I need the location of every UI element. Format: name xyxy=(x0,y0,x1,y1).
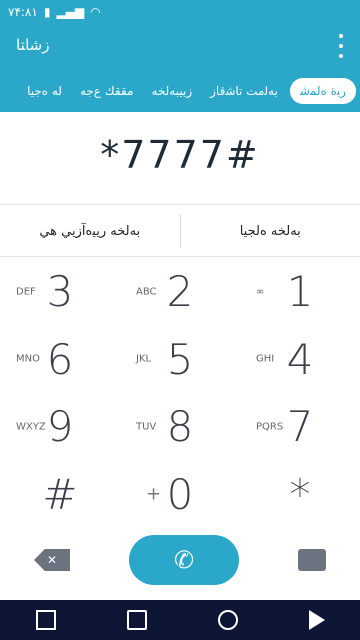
key-5[interactable]: 5 JKL xyxy=(120,326,240,394)
key-letters: PQRS xyxy=(256,421,284,433)
divider xyxy=(0,256,360,257)
phone-icon: ✆ xyxy=(173,546,195,574)
status-time: ۷۴:۸۱ xyxy=(8,5,38,19)
key-digit: 4 xyxy=(286,334,314,384)
key-digit: 3 xyxy=(46,267,74,317)
backspace-icon[interactable]: ✕ xyxy=(34,549,70,571)
back-icon[interactable] xyxy=(308,610,325,630)
key-6[interactable]: 6 MNO xyxy=(0,326,120,394)
app-title: ﺯﺷﺎﺘﺎ xyxy=(16,36,50,54)
signal-icon: ▂▄▆ xyxy=(56,5,85,19)
key-0[interactable]: 0 + xyxy=(120,461,240,529)
key-digit: 2 xyxy=(166,267,194,317)
key-letters: WXYZ xyxy=(16,421,46,433)
call-option-right[interactable]: ﺑﻪﻟﺨﻪ ﻩﻟﺠﻴﺎ xyxy=(181,224,360,239)
key-star[interactable]: * xyxy=(240,461,360,529)
more-vert-icon[interactable] xyxy=(336,34,346,58)
call-options: ﺑﻪﻟﺨﻪ ﺭﻳﻴﻩﺁﺯﻳﻲ ﻫﻲ ﺑﻪﻟﺨﻪ ﻩﻟﺠﻴﺎ xyxy=(0,208,360,254)
call-button[interactable]: ✆ xyxy=(129,535,239,585)
key-8[interactable]: 8 TUV xyxy=(120,393,240,461)
dialed-number: *7777# xyxy=(100,133,260,177)
tab-dialpad[interactable]: ﺭﺑﺓ ﻩﻟﻤﺷ xyxy=(289,78,356,104)
key-4[interactable]: 4 GHI xyxy=(240,326,360,394)
key-hash[interactable]: # xyxy=(0,461,120,529)
key-digit: 9 xyxy=(46,402,74,452)
key-7[interactable]: 7 PQRS xyxy=(240,393,360,461)
key-letters: ∞ xyxy=(256,286,265,298)
bottom-actions: ✕ ✆ xyxy=(0,520,360,600)
home-icon[interactable] xyxy=(217,610,238,630)
key-digit: 7 xyxy=(286,402,314,452)
sim-icon[interactable] xyxy=(126,610,147,630)
key-letters: ABC xyxy=(136,286,157,298)
tab-favorites[interactable]: ﻣﻘﻘﻚ ﻉﺟﻪ xyxy=(74,78,140,104)
message-icon[interactable] xyxy=(298,549,326,571)
nav-bar xyxy=(0,600,360,640)
key-letters: JKL xyxy=(136,353,152,365)
tab-groups[interactable]: ﻟﻪ ﻩﺟﻴﺎ xyxy=(21,78,68,104)
status-icons: ▮ ▂▄▆ ◠ xyxy=(44,5,101,19)
key-digit: 1 xyxy=(286,267,314,317)
key-letters: GHI xyxy=(256,353,275,365)
wifi-icon: ◠ xyxy=(90,5,101,19)
tab-bar: ﺭﺑﺓ ﻩﻟﻤﺷ ﺑﻪﻟﻣﺖ ﺗﺎﺷﻗﺎﺯ ﺯﺑﻴﺒﻪﻟﺨﻪ ﻣﻘﻘﻚ ﻉﺟﻪ … xyxy=(0,70,360,112)
key-digit: 8 xyxy=(166,402,194,452)
key-9[interactable]: 9 WXYZ xyxy=(0,393,120,461)
key-3[interactable]: 3 DEF xyxy=(0,258,120,326)
app-bar: ﺯﺷﺎﺘﺎ xyxy=(0,24,360,70)
key-plus: + xyxy=(146,483,162,505)
keypad: 1 ∞ 2 ABC 3 DEF 4 GHI 5 JKL 6 MNO 7 PQRS… xyxy=(0,258,360,528)
recents-icon[interactable] xyxy=(35,610,56,630)
divider xyxy=(0,204,360,205)
status-bar: ۷۴:۸۱ ▮ ▂▄▆ ◠ xyxy=(0,0,360,24)
key-digit: * xyxy=(289,469,311,519)
key-digit: # xyxy=(42,469,78,519)
key-2[interactable]: 2 ABC xyxy=(120,258,240,326)
key-letters: DEF xyxy=(16,286,36,298)
call-option-left[interactable]: ﺑﻪﻟﺨﻪ ﺭﻳﻴﻩﺁﺯﻳﻲ ﻫﻲ xyxy=(0,224,180,239)
key-1[interactable]: 1 ∞ xyxy=(240,258,360,326)
tab-contacts[interactable]: ﺯﺑﻴﺒﻪﻟﺨﻪ xyxy=(145,78,198,104)
key-letters: MNO xyxy=(16,353,40,365)
battery-icon: ▮ xyxy=(43,5,51,19)
key-digit: 6 xyxy=(46,334,74,384)
tab-logs[interactable]: ﺑﻪﻟﻣﺖ ﺗﺎﺷﻗﺎﺯ xyxy=(204,78,284,104)
key-digit: 0 xyxy=(166,469,194,519)
key-digit: 5 xyxy=(166,334,194,384)
key-letters: TUV xyxy=(136,421,157,433)
